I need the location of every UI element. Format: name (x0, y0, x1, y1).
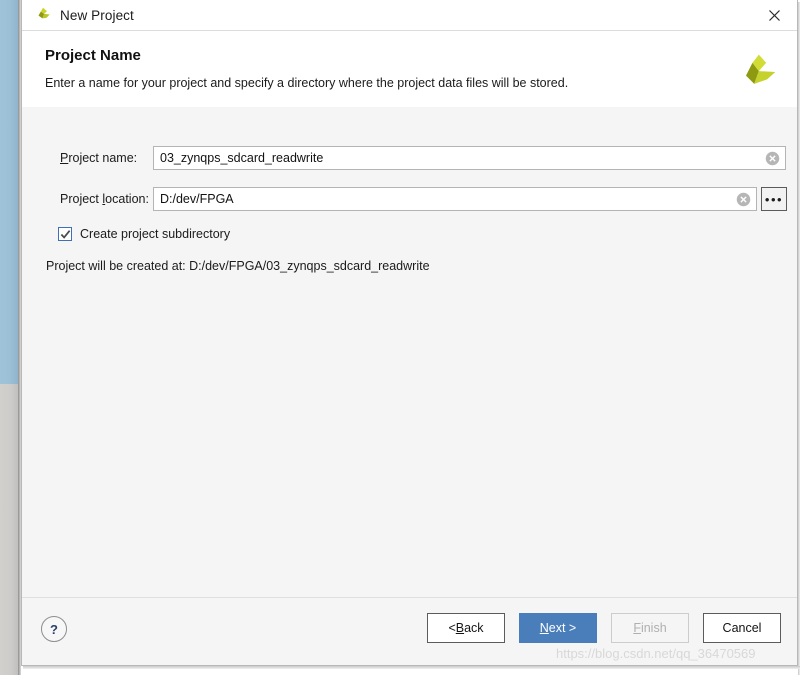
close-icon[interactable] (751, 0, 797, 30)
vivado-logo-icon (38, 7, 50, 19)
project-name-label-row: Project name: (60, 146, 137, 170)
cancel-button[interactable]: Cancel (703, 613, 781, 643)
project-name-label: Project name: (60, 151, 138, 165)
project-name-value: 03_zynqps_sdcard_readwrite (160, 151, 324, 165)
project-name-input[interactable]: 03_zynqps_sdcard_readwrite (153, 146, 786, 170)
dialog-footer: ? < Back Next > Finish Cancel (22, 597, 797, 665)
page-title: Project Name (45, 47, 141, 64)
desktop-backdrop (0, 0, 22, 675)
dialog-button-group: < Back Next > Finish Cancel (427, 613, 781, 643)
project-location-input[interactable]: D:/dev/FPGA (153, 187, 757, 211)
create-subdirectory-checkbox[interactable] (58, 227, 72, 241)
help-button[interactable]: ? (41, 616, 67, 642)
browse-directory-button[interactable]: ••• (761, 187, 787, 211)
vivado-logo-icon (746, 54, 776, 84)
background-window-gray-strip (0, 384, 18, 675)
title-bar: New Project (22, 0, 797, 31)
close-glyph (768, 9, 780, 21)
background-window-blue-strip (0, 0, 18, 384)
window-shadow-bottom (23, 666, 800, 669)
page-subtitle: Enter a name for your project and specif… (45, 76, 569, 90)
dialog-header: Project Name Enter a name for your proje… (22, 31, 797, 107)
next-button[interactable]: Next > (519, 613, 597, 643)
clear-icon[interactable] (736, 192, 751, 207)
create-subdirectory-row[interactable]: Create project subdirectory (58, 227, 230, 241)
project-location-label: Project location: (60, 192, 149, 206)
new-project-dialog: New Project Project Name Enter a name fo… (21, 0, 798, 666)
back-button[interactable]: < Back (427, 613, 505, 643)
create-subdirectory-label: Create project subdirectory (80, 227, 231, 241)
check-icon (60, 229, 70, 239)
project-location-value: D:/dev/FPGA (160, 192, 234, 206)
window-title: New Project (60, 7, 134, 23)
project-location-label-row: Project location: (60, 187, 149, 211)
finish-button: Finish (611, 613, 689, 643)
project-path-preview: Project will be created at: D:/dev/FPGA/… (46, 259, 430, 273)
dialog-body: Project name: 03_zynqps_sdcard_readwrite… (22, 107, 797, 596)
clear-icon[interactable] (765, 151, 780, 166)
